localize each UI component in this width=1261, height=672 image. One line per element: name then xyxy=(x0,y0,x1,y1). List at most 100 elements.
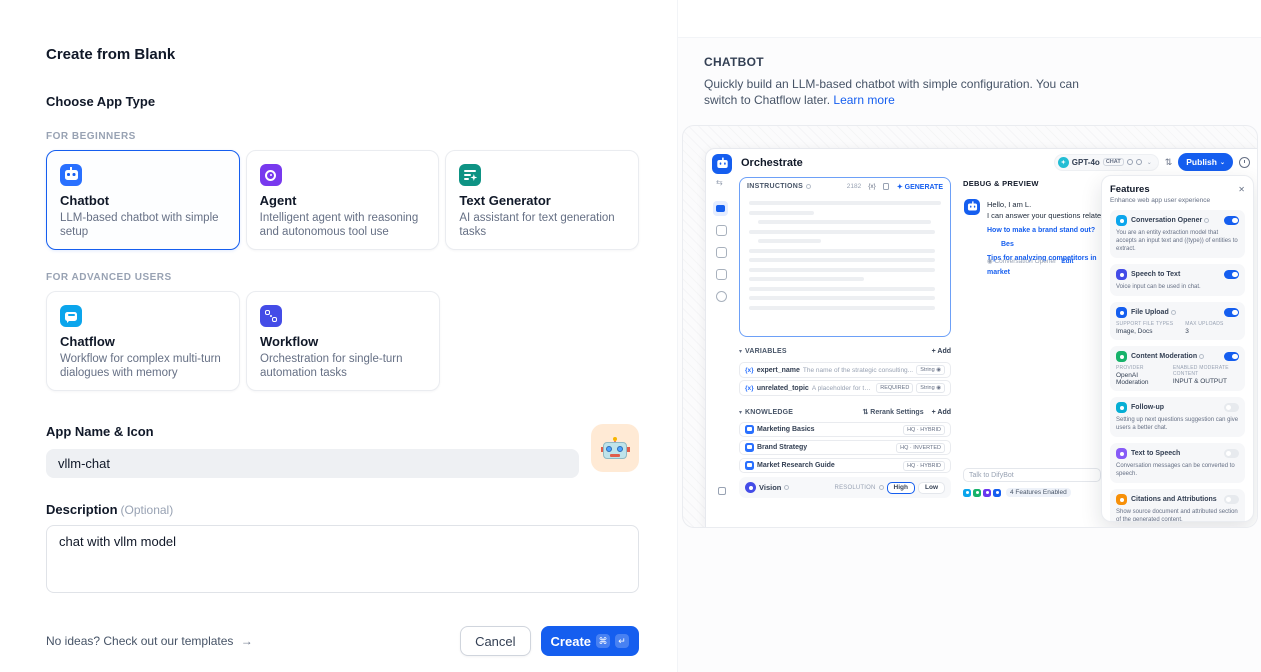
conversation-opener-dot-icon xyxy=(963,489,971,497)
workflow-icon xyxy=(260,305,282,327)
resolution-low-pill: Low xyxy=(918,482,945,494)
create-button[interactable]: Create ⌘ ↵ xyxy=(541,626,639,656)
toggle xyxy=(1224,308,1239,317)
type-tag: String ◉ xyxy=(916,365,945,375)
dataset-icon xyxy=(745,461,754,470)
top-strip xyxy=(678,0,1261,38)
app-type-card-text-generator[interactable]: Text Generator AI assistant for text gen… xyxy=(445,150,639,250)
bot-avatar xyxy=(964,199,980,215)
cmd-key-icon: ⌘ xyxy=(596,634,610,648)
feature-citations: Citations and Attributions Show source d… xyxy=(1110,489,1245,522)
card-title: Workflow xyxy=(260,334,426,349)
mini-sidebar-collapse-icon: ⇆ xyxy=(716,178,723,187)
mini-sidebar-orchestrate-icon xyxy=(713,201,728,216)
card-title: Agent xyxy=(260,193,426,208)
model-mini-icon xyxy=(1136,159,1142,165)
section-for-beginners: FOR BEGINNERS xyxy=(46,131,639,142)
info-icon xyxy=(1204,218,1209,223)
mini-sidebar-globe-icon xyxy=(716,291,727,302)
app-type-card-agent[interactable]: Agent Intelligent agent with reasoning a… xyxy=(246,150,440,250)
card-title: Chatbot xyxy=(60,193,226,208)
create-form-panel: Create from Blank Choose App Type FOR BE… xyxy=(0,0,678,672)
feature-text-to-speech: Text to Speech Conversation messages can… xyxy=(1110,443,1245,483)
card-desc: Intelligent agent with reasoning and aut… xyxy=(260,211,426,239)
card-desc: Workflow for complex multi-turn dialogue… xyxy=(60,352,226,380)
add-knowledge-button: + Add xyxy=(932,409,951,416)
card-desc: AI assistant for text generation tasks xyxy=(459,211,625,239)
toggle xyxy=(1224,495,1239,504)
mini-app-window: ⇆ Orchestrate GPT-4o CHAT ⌄ xyxy=(705,148,1258,528)
toggle xyxy=(1224,352,1239,361)
variable-row: {x} unrelated_topic A placeholder for to… xyxy=(739,380,951,396)
card-desc: LLM-based chatbot with simple setup xyxy=(60,211,226,239)
app-name-input[interactable] xyxy=(46,449,579,478)
agent-icon xyxy=(260,164,282,186)
instructions-label: INSTRUCTIONS xyxy=(747,183,803,190)
learn-more-link[interactable]: Learn more xyxy=(833,93,894,107)
text-generator-icon xyxy=(459,164,481,186)
file-upload-dot-icon xyxy=(993,489,1001,497)
mini-sidebar-icon xyxy=(716,269,727,280)
required-tag: REQUIRED xyxy=(876,383,913,393)
info-icon xyxy=(879,485,884,490)
char-count: 2182 xyxy=(847,183,861,190)
rerank-settings-button: ⇅ Rerank Settings xyxy=(863,408,924,416)
preview-heading: CHATBOT xyxy=(704,55,1235,69)
generate-button: ✦ GENERATE xyxy=(897,183,943,191)
feature-conversation-opener: Conversation Opener You are an entity ex… xyxy=(1110,210,1245,258)
templates-link[interactable]: No ideas? Check out our templates → xyxy=(46,634,253,648)
app-type-card-chatflow[interactable]: Chatflow Workflow for complex multi-turn… xyxy=(46,291,240,391)
vision-icon xyxy=(745,482,756,493)
arrow-right-icon: → xyxy=(241,634,253,648)
enter-key-icon: ↵ xyxy=(615,634,629,648)
description-textarea[interactable]: chat with vllm model xyxy=(46,525,639,593)
advanced-cards: Chatflow Workflow for complex multi-turn… xyxy=(46,291,639,391)
optional-hint: (Optional) xyxy=(121,503,174,517)
choose-app-type-label: Choose App Type xyxy=(46,94,639,109)
moderation-dot-icon xyxy=(973,489,981,497)
preview-panel: CHATBOT Quickly build an LLM-based chatb… xyxy=(678,0,1261,672)
mini-sidebar-icon xyxy=(716,225,727,236)
model-mini-icon xyxy=(1127,159,1133,165)
chevron-down-icon: ▾ xyxy=(739,348,742,355)
info-icon xyxy=(1171,310,1176,315)
toggle xyxy=(1224,216,1239,225)
app-type-card-chatbot[interactable]: Chatbot LLM-based chatbot with simple se… xyxy=(46,150,240,250)
speech-to-text-icon xyxy=(1116,269,1127,280)
model-mode-badge: CHAT xyxy=(1103,158,1124,166)
mini-title: Orchestrate xyxy=(741,157,803,169)
toggle xyxy=(1224,403,1239,412)
knowledge-row: Brand Strategy HQ · INVERTED xyxy=(739,440,951,455)
copy-icon xyxy=(883,183,889,190)
toggle xyxy=(1224,270,1239,279)
mini-sidebar-bottom-icon xyxy=(718,487,726,495)
chatbot-icon xyxy=(60,164,82,186)
knowledge-row: Marketing Basics HQ · HYBRID xyxy=(739,422,951,437)
speech-dot-icon xyxy=(983,489,991,497)
debug-preview-header: DEBUG & PREVIEW xyxy=(963,179,1039,188)
card-title: Text Generator xyxy=(459,193,625,208)
chatflow-icon xyxy=(60,305,82,327)
app-type-card-workflow[interactable]: Workflow Orchestration for single-turn a… xyxy=(246,291,440,391)
toggle xyxy=(1224,449,1239,458)
follow-up-icon xyxy=(1116,402,1127,413)
prompt-skeleton xyxy=(740,195,950,321)
app-icon-picker[interactable] xyxy=(591,424,639,472)
feature-file-upload: File Upload SUPPORT FILE TYPESImage, Doc… xyxy=(1110,302,1245,340)
variables-header: ▾ VARIABLES + Add xyxy=(739,348,951,355)
close-icon: ✕ xyxy=(1238,185,1245,194)
history-icon xyxy=(1239,157,1250,168)
conversation-opener-icon xyxy=(1116,215,1127,226)
card-desc: Orchestration for single-turn automation… xyxy=(260,352,426,380)
text-to-speech-icon xyxy=(1116,448,1127,459)
info-icon xyxy=(1199,354,1204,359)
info-icon xyxy=(784,485,789,490)
model-settings-icon: ⇅ xyxy=(1165,157,1173,168)
beginner-cards: Chatbot LLM-based chatbot with simple se… xyxy=(46,150,639,250)
page-title: Create from Blank xyxy=(46,46,639,63)
cancel-button[interactable]: Cancel xyxy=(460,626,530,656)
instructions-panel: INSTRUCTIONS 2182 {x} ✦ GENERATE xyxy=(739,177,951,337)
model-provider-icon xyxy=(1058,157,1069,168)
vision-row: Vision RESOLUTION High Low xyxy=(739,477,951,498)
dataset-icon xyxy=(745,425,754,434)
